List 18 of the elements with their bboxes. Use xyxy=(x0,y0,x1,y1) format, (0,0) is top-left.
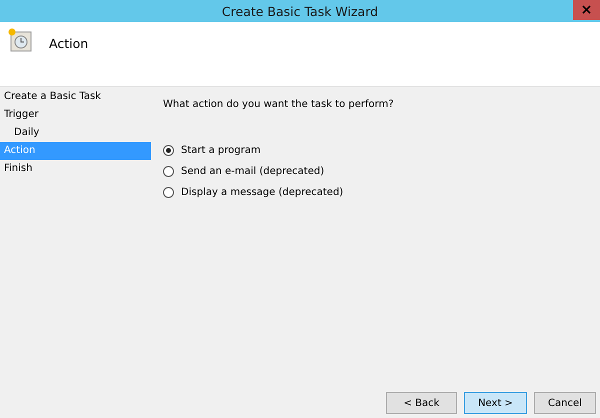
step-item[interactable]: Create a Basic Task xyxy=(0,88,151,106)
radio-option[interactable]: Start a program xyxy=(163,140,600,161)
window-title: Create Basic Task Wizard xyxy=(222,4,378,18)
step-item[interactable]: Daily xyxy=(0,124,151,142)
close-button[interactable]: × xyxy=(573,0,600,20)
question-text: What action do you want the task to perform? xyxy=(163,99,395,110)
wizard-button[interactable]: < Back xyxy=(386,392,457,414)
radio-option[interactable]: Send an e-mail (deprecated) xyxy=(163,161,600,182)
step-item[interactable]: Trigger xyxy=(0,106,151,124)
next-button[interactable]: Next > xyxy=(464,392,527,414)
calendar-clock-icon xyxy=(8,28,32,52)
radio-button[interactable] xyxy=(163,166,174,177)
radio-option[interactable]: Display a message (deprecated) xyxy=(163,182,600,203)
radio-button[interactable] xyxy=(163,145,174,156)
step-item[interactable]: Finish xyxy=(0,160,151,178)
page-title: Action xyxy=(49,36,88,51)
wizard-button[interactable]: Cancel xyxy=(534,392,596,414)
radio-button[interactable] xyxy=(163,187,174,198)
